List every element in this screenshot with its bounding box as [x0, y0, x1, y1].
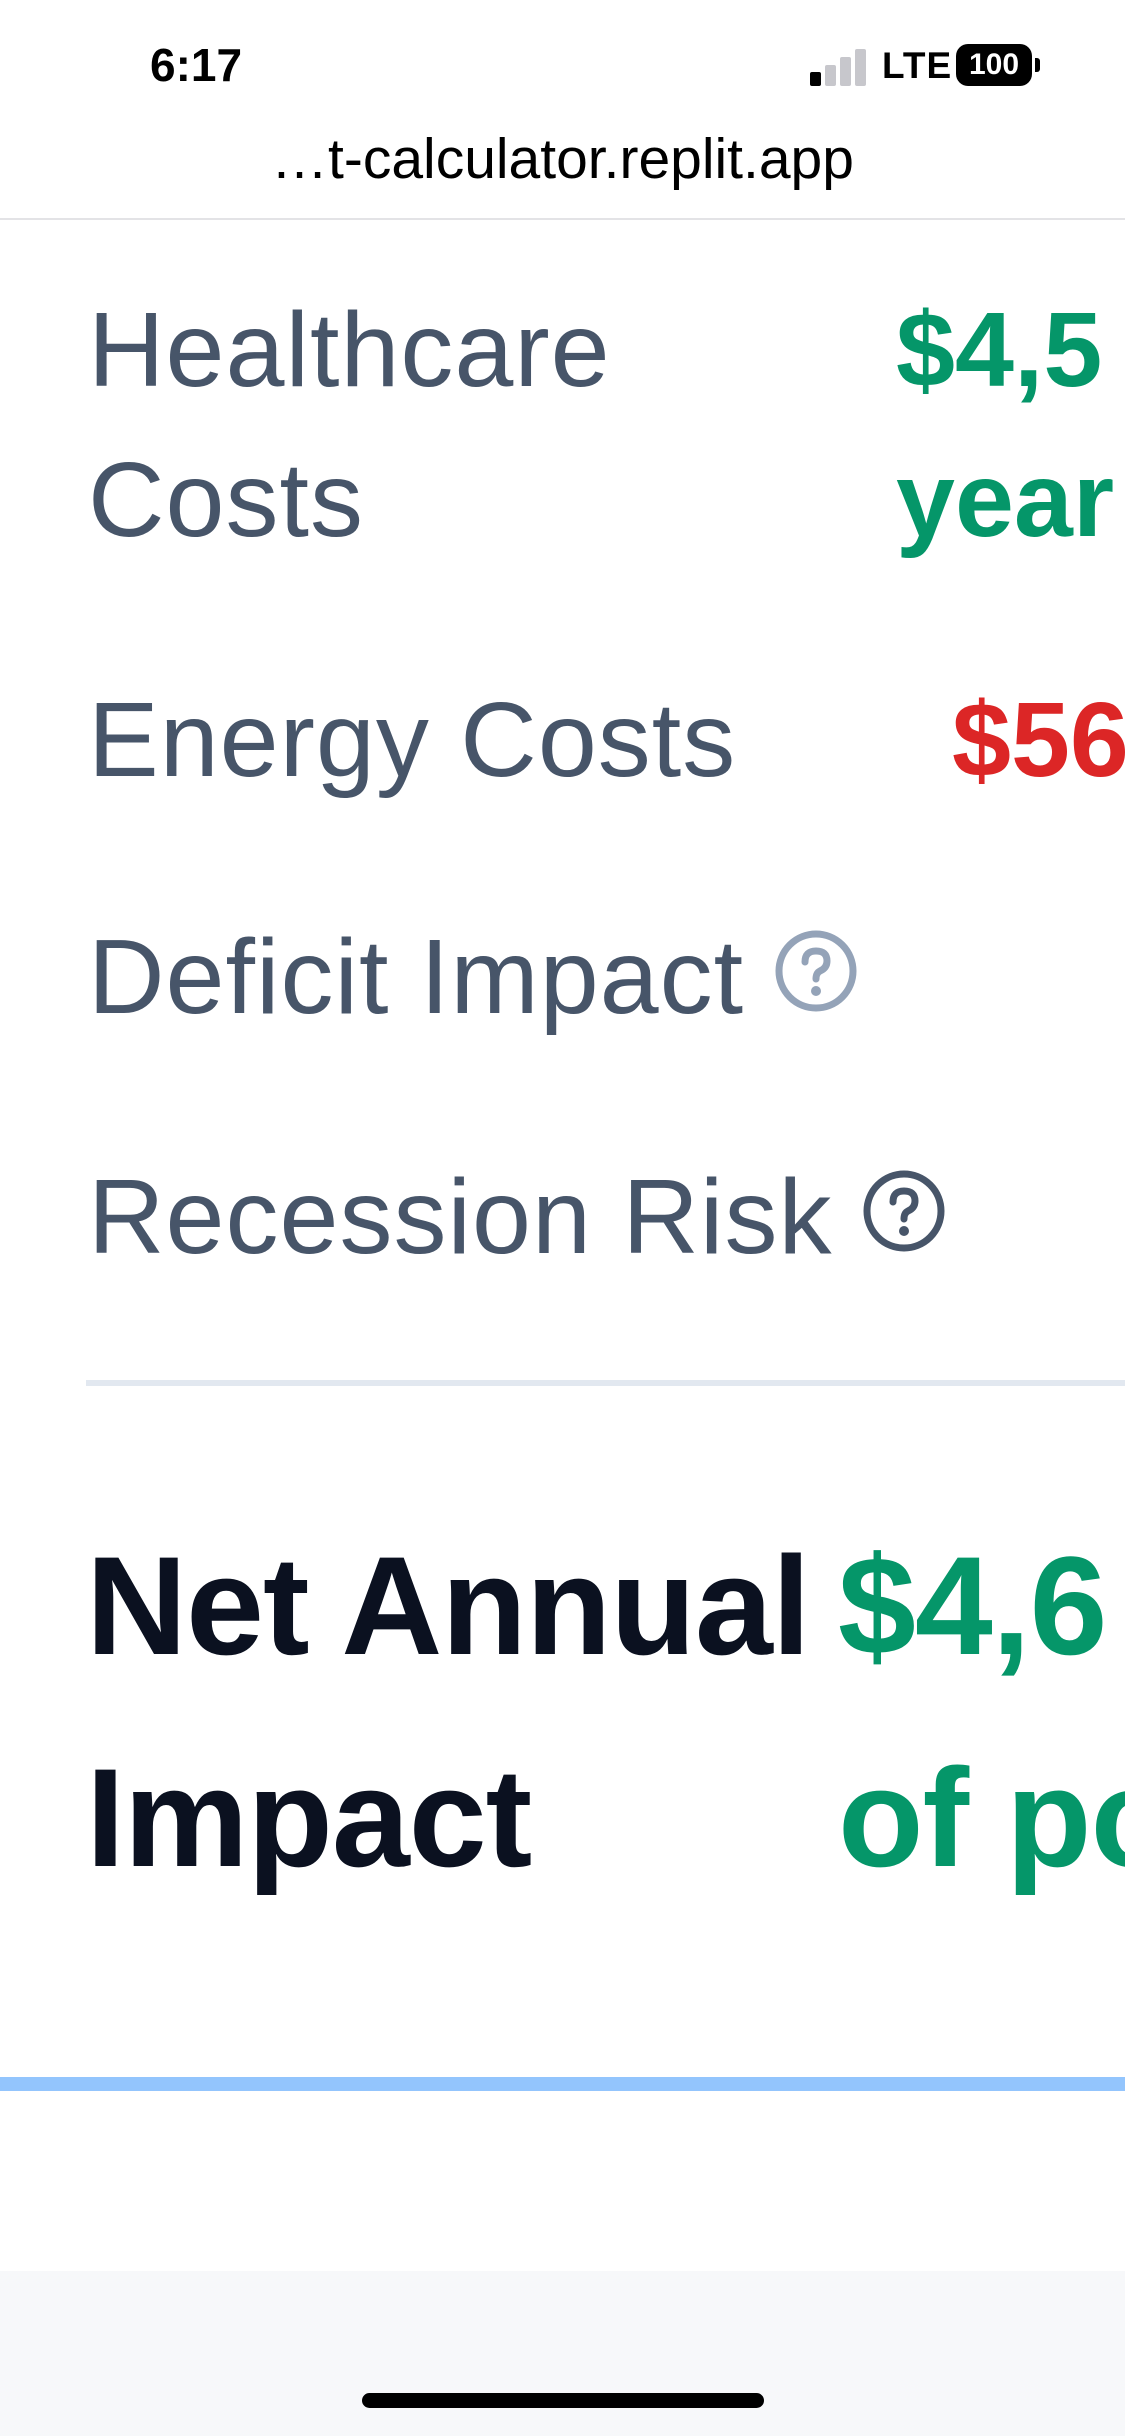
section-divider: [86, 1380, 1125, 1386]
healthcare-costs-label-line-1: Healthcare: [88, 291, 611, 409]
healthcare-costs-label: Healthcare Costs: [88, 275, 611, 575]
net-annual-impact-label: Net Annual Impact: [86, 1500, 811, 1924]
net-annual-impact-value: $4,6 of po: [838, 1500, 1125, 1924]
battery-icon: 100: [956, 44, 1032, 86]
recession-risk-label: Recession Risk: [88, 1158, 833, 1276]
battery-cap: [1035, 58, 1040, 72]
net-annual-impact-label-line-1: Net Annual: [86, 1527, 811, 1684]
healthcare-costs-value: $4,5 year: [896, 275, 1114, 575]
deficit-impact-label: Deficit Impact: [88, 918, 745, 1036]
url-text[interactable]: …t-calculator.replit.app: [0, 126, 1125, 192]
card-accent-border: [0, 2077, 1125, 2091]
net-annual-impact-value-line-2: of po: [838, 1739, 1125, 1896]
healthcare-costs-value-line-1: $4,5: [896, 291, 1103, 409]
question-circle-icon[interactable]: [862, 1142, 946, 1292]
page-footer-background: [0, 2271, 1125, 2436]
recession-risk-row: Recession Risk: [88, 1142, 946, 1300]
deficit-impact-row: Deficit Impact: [88, 902, 858, 1060]
healthcare-costs-label-line-2: Costs: [88, 441, 364, 559]
browser-address-bar[interactable]: …t-calculator.replit.app: [0, 110, 1125, 220]
question-circle-icon[interactable]: [774, 902, 858, 1052]
net-annual-impact-label-line-2: Impact: [86, 1739, 532, 1896]
energy-costs-value: $56: [952, 681, 1125, 799]
energy-costs-label: Energy Costs: [88, 681, 737, 799]
status-time: 6:17: [150, 39, 243, 91]
healthcare-costs-value-line-2: year: [896, 441, 1115, 559]
net-annual-impact-value-line-1: $4,6: [838, 1527, 1107, 1684]
home-indicator[interactable]: [362, 2393, 764, 2408]
network-type: LTE: [882, 45, 953, 86]
cellular-signal-icon: [810, 48, 868, 86]
